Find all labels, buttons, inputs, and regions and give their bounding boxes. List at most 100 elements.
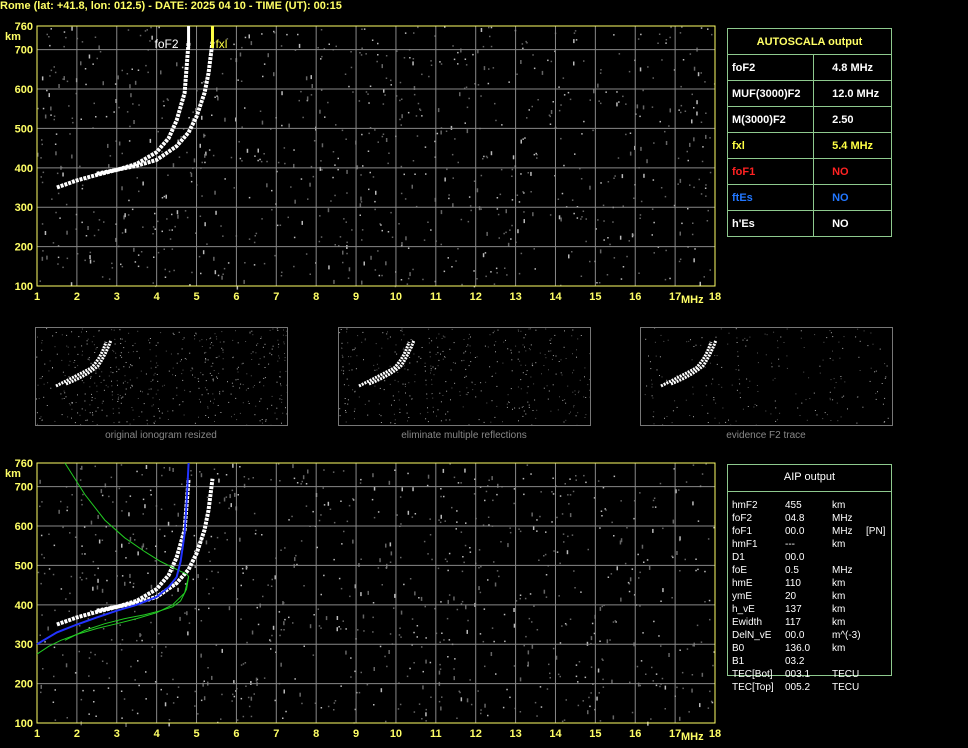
series-x-trace [96,41,215,176]
aip-value: 455 [785,500,802,511]
x-tick-label: 10 [390,291,402,303]
noise [37,463,715,727]
thumbnail-caption: evidence F2 trace [726,430,806,441]
autoscala-row: foF2 4.8 MHz [726,54,892,81]
autoscala-value: NO [813,210,892,237]
y-tick-label: 200 [15,242,33,254]
aip-param: foF2 [732,513,753,524]
aip-value: 003.1 [785,669,811,680]
aip-unit: MHz [832,565,853,576]
y-tick-label: 300 [15,202,33,214]
x-tick-label: 7 [273,728,279,740]
x-tick-label: 16 [629,728,641,740]
aip-value: 110 [785,578,801,589]
aip-unit: TECU [832,669,860,680]
y-axis-label: km [5,31,21,43]
aip-value: 03.2 [785,656,805,667]
aip-value: 136.0 [785,643,811,654]
x-tick-label: 12 [470,291,482,303]
aip-title: AIP output [783,471,836,483]
autoscala-row: foF1 NO [726,158,892,185]
y-tick-label: 700 [15,45,33,57]
autoscala-label: foF2 [726,54,815,81]
aip-param: B0 [732,643,745,654]
autoscala-label: foF1 [726,158,815,185]
aip-value: 00.0 [785,526,805,537]
autoscala-value: NO [813,184,892,211]
x-tick-label: 18 [709,728,721,740]
aip-param: hmF2 [732,500,758,511]
aip-value: 0.5 [785,565,799,576]
x-tick-label: 14 [549,291,562,303]
y-tick-label: 600 [15,521,33,533]
x-tick-label: 1 [34,728,40,740]
autoscala-label: fxl [726,132,815,159]
series-x-trace [96,478,215,613]
autoscala-label: h'Es [726,210,815,237]
y-tick-label: 500 [15,560,33,572]
aip-param: hmF1 [732,539,758,550]
x-tick-label: 5 [193,291,199,303]
thumbnail-2 [338,327,591,426]
y-tick-label: 200 [15,679,33,691]
aip-param: TEC[Bot] [732,669,773,680]
aip-param: foE [732,565,748,576]
x-tick-label: 6 [233,291,239,303]
x-tick-label: 3 [114,291,120,303]
x-axis-label: MHz [681,294,704,306]
y-tick-label: 100 [15,281,33,293]
aip-param: ymE [732,591,752,602]
aip-value: 20 [785,591,797,602]
y-tick-label: 500 [15,123,33,135]
x-tick-label: 4 [154,291,161,303]
ionogram-bottom: 1 2 3 4 5 6 7 8 9 10 11 12 13 14 15 16 17 181002003004005… [5,458,721,743]
autoscala-value: NO [813,158,892,185]
aip-param: foF1 [732,526,753,537]
x-tick-label: 11 [430,291,442,303]
aip-param: hmE [732,578,753,589]
x-axis-label: MHz [681,731,704,743]
autoscala-label: M(3000)F2 [726,106,815,133]
aip-unit: km [832,539,846,550]
x-tick-label: 15 [589,728,601,740]
autoscala-value: 2.50 [813,106,892,133]
aip-param: D1 [732,552,745,563]
x-tick-label: 8 [313,728,319,740]
aip-unit: km [832,591,846,602]
y-tick-label: 400 [15,600,33,612]
aip-value: 137 [785,604,802,615]
autoscala-title: AUTOSCALA output [727,28,892,55]
y-tick-label: 600 [15,84,33,96]
aip-param: Ewidth [732,617,763,628]
aip-value: 00.0 [785,630,805,641]
noise [37,26,716,290]
x-tick-label: 3 [114,728,120,740]
x-tick-label: 9 [353,291,359,303]
x-tick-label: 18 [709,291,721,303]
y-axis-label: km [5,468,21,480]
autoscala-value: 5.4 MHz [813,132,892,159]
series-fit [36,462,190,646]
autoscala-row: MUF(3000)F2 12.0 MHz [726,80,892,107]
thumbnail-caption: original ionogram resized [105,430,217,441]
y-tick-label: 400 [15,163,33,175]
thumbnail-1 [35,327,288,426]
aip-unit: km [832,643,846,654]
x-tick-label: 13 [509,728,521,740]
aip-flag: [PN] [866,526,886,537]
x-tick-label: 1 [34,291,40,303]
autoscala-row: h'Es NO [726,210,892,237]
x-tick-label: 2 [74,728,80,740]
x-tick-label: 17 [669,291,681,303]
autoscala-row: ftEs NO [726,184,892,211]
y-tick-label: 300 [15,639,33,651]
aip-unit: km [832,617,846,628]
x-tick-label: 9 [353,728,359,740]
aip-unit: MHz [832,526,853,537]
autoscala-label: ftEs [726,184,815,211]
aip-value: 117 [785,617,801,628]
annotation-fxl: fxl [215,37,227,51]
aip-value: --- [785,539,795,550]
x-tick-label: 14 [549,728,562,740]
aip-unit: km [832,578,846,589]
